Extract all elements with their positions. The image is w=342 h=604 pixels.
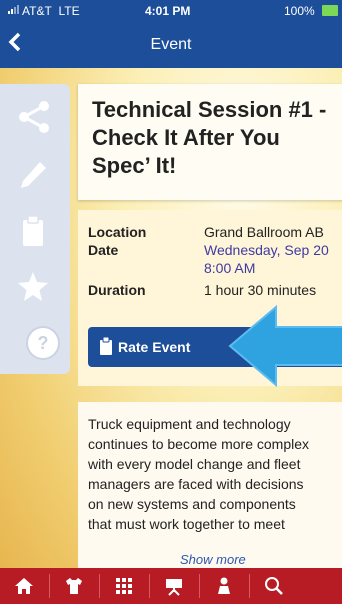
description-line: with every model change and fleet bbox=[88, 456, 301, 472]
date-label: Date bbox=[88, 242, 119, 258]
signal-icon bbox=[8, 5, 19, 14]
event-title-line: Technical Session #1 - bbox=[92, 97, 327, 122]
battery-icon bbox=[322, 5, 338, 16]
location-row: Location Grand Ballroom AB bbox=[88, 224, 324, 240]
duration-label: Duration bbox=[88, 282, 146, 298]
date-row: Date Wednesday, Sep 20 bbox=[88, 242, 329, 258]
tab-menu[interactable] bbox=[100, 568, 148, 604]
tab-sessions[interactable] bbox=[150, 568, 198, 604]
duration-value: 1 hour 30 minutes bbox=[204, 282, 317, 298]
status-bar: AT&T LTE 4:01 PM 100% bbox=[0, 0, 342, 22]
nav-bar: Event bbox=[0, 22, 342, 68]
description-line: on new systems and components bbox=[88, 496, 296, 512]
share-button[interactable] bbox=[16, 100, 50, 134]
notes-button[interactable] bbox=[16, 214, 50, 248]
description-line: Truck equipment and technology bbox=[88, 416, 291, 432]
search-icon bbox=[265, 577, 283, 595]
people-icon bbox=[218, 577, 230, 594]
clock: 4:01 PM bbox=[145, 4, 191, 18]
battery-percent: 100% bbox=[284, 4, 315, 18]
event-description: Truck equipment and technology continues… bbox=[78, 402, 342, 568]
description-line: managers are faced with decisions bbox=[88, 476, 304, 492]
pencil-icon bbox=[21, 162, 46, 188]
clipboard-icon bbox=[100, 337, 112, 355]
favorite-button[interactable] bbox=[16, 270, 50, 304]
clipboard-icon bbox=[23, 215, 43, 246]
shirt-icon bbox=[66, 578, 82, 594]
pointer-arrow-icon bbox=[228, 304, 342, 388]
share-icon bbox=[19, 101, 49, 133]
event-title: Technical Session #1 - Check It After Yo… bbox=[92, 96, 342, 180]
tab-home[interactable] bbox=[0, 568, 48, 604]
presentation-icon bbox=[166, 579, 182, 596]
duration-row: Duration 1 hour 30 minutes bbox=[88, 282, 316, 298]
tab-search[interactable] bbox=[250, 568, 298, 604]
grid-icon bbox=[116, 578, 132, 594]
tab-attendees[interactable] bbox=[200, 568, 248, 604]
description-text: Truck equipment and technology continues… bbox=[88, 414, 342, 534]
help-button[interactable]: ? bbox=[26, 326, 60, 360]
time-value[interactable]: 8:00 AM bbox=[204, 260, 255, 276]
event-title-line: Spec’ It! bbox=[92, 153, 177, 178]
location-value: Grand Ballroom AB bbox=[204, 224, 324, 240]
question-icon: ? bbox=[38, 333, 49, 353]
description-line: that must work together to meet bbox=[88, 516, 285, 532]
svg-text:?: ? bbox=[38, 333, 49, 353]
page-title: Event bbox=[150, 36, 192, 53]
location-label: Location bbox=[88, 224, 147, 240]
description-line: continues to become more complex bbox=[88, 436, 309, 452]
carrier-label: AT&T LTE bbox=[22, 4, 80, 18]
tab-exhibitors[interactable] bbox=[50, 568, 98, 604]
rate-event-label: Rate Event bbox=[118, 339, 191, 355]
edit-button[interactable] bbox=[16, 158, 50, 192]
date-value[interactable]: Wednesday, Sep 20 bbox=[204, 242, 329, 258]
event-title-line: Check It After You bbox=[92, 125, 280, 150]
home-icon bbox=[15, 578, 33, 594]
show-more-link[interactable]: Show more bbox=[180, 552, 246, 567]
event-title-card: Technical Session #1 - Check It After Yo… bbox=[78, 84, 342, 200]
tab-bar bbox=[0, 568, 342, 604]
star-icon bbox=[18, 272, 48, 301]
